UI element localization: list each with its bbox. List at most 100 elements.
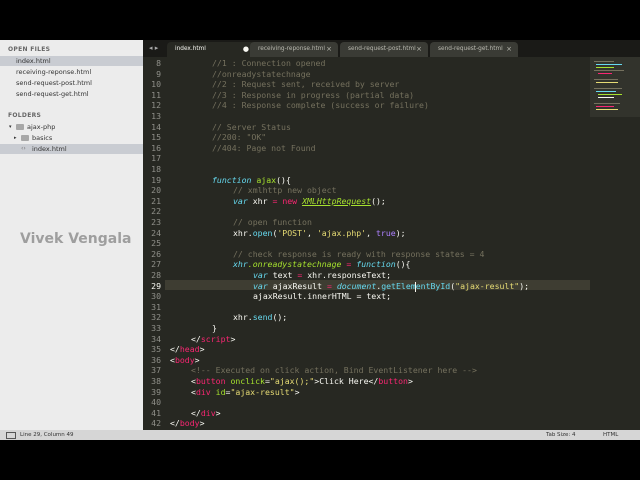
minimap-line (594, 103, 620, 104)
line-number: 13 (151, 111, 161, 121)
punct: </ (191, 407, 201, 418)
method: send (252, 312, 273, 323)
minimap-line (598, 97, 614, 98)
tag-name: button (195, 376, 226, 386)
minimap-line (594, 79, 618, 80)
open-file-item[interactable]: index.html (0, 56, 143, 66)
folder-item-sub[interactable]: ▸ basics (0, 133, 143, 143)
line-number: 33 (151, 323, 161, 333)
tab-size[interactable]: Tab Size: 4 (546, 430, 575, 440)
line-number: 29 (151, 280, 161, 291)
line-number: 18 (151, 164, 161, 174)
code-line: //2 : Request sent, received by server (212, 79, 399, 90)
code-line: //4 : Response complete (success or fail… (212, 100, 429, 111)
builtin: document (336, 280, 377, 291)
chevron-down-icon: ▾ (9, 124, 12, 130)
folder-icon (21, 135, 29, 141)
code-editor[interactable]: //1 : Connection opened //onreadystatech… (170, 57, 590, 430)
close-icon[interactable]: × (506, 42, 512, 57)
operator: = (326, 280, 332, 291)
line-number: 36 (151, 354, 161, 365)
punct: > (199, 418, 205, 429)
code-line: // Server Status (212, 122, 291, 133)
open-file-item[interactable]: receiving-reponse.html (0, 67, 143, 77)
minimap-line (598, 94, 622, 95)
punct: , (306, 227, 317, 238)
tab-receiving-reponse[interactable]: receiving-reponse.html × (250, 42, 338, 57)
tab-send-request-get[interactable]: send-request-get.html × (430, 42, 518, 57)
function-name: ajax (256, 174, 277, 185)
line-number: 10 (151, 79, 161, 90)
folders-header: FOLDERS (8, 112, 42, 119)
code-line: // open function (233, 217, 312, 228)
boolean: true (375, 227, 396, 238)
tag-name: script (200, 333, 231, 344)
line-number: 39 (151, 386, 161, 397)
identifier: xhr (247, 195, 273, 206)
line-number: 11 (151, 89, 161, 100)
statement: ajaxResult.innerHTML = text; (253, 291, 392, 302)
punct: > (215, 407, 221, 418)
line-number: 41 (151, 407, 161, 418)
tab-nav-arrows-icon[interactable]: ◂ ▸ (149, 44, 158, 52)
tag-name: body (179, 418, 200, 429)
line-number: 28 (151, 270, 161, 280)
minimap-viewport[interactable] (590, 57, 640, 117)
tab-label: receiving-reponse.html (258, 46, 326, 52)
tab-bar: ◂ ▸ index.html ● receiving-reponse.html … (143, 40, 640, 57)
panel-toggle-icon[interactable] (6, 432, 16, 439)
open-file-item[interactable]: send-request-get.html (0, 89, 143, 99)
text-cursor (415, 281, 416, 292)
syntax-mode[interactable]: HTML (603, 430, 618, 440)
status-bar: Line 29, Column 49 Tab Size: 4 HTML (0, 430, 640, 440)
code-line: //onreadystatechnage (212, 69, 311, 80)
tag-name: body (174, 354, 195, 365)
open-file-label: send-request-post.html (16, 79, 92, 87)
string: "ajax();" (269, 376, 315, 386)
comment: //3 : Response in progress (partial data… (212, 89, 415, 100)
code-line: xhr.open('POST', 'ajax.php', true); (233, 228, 406, 239)
watermark: Vivek Vengala (20, 231, 132, 247)
cursor-position: Line 29, Column 49 (20, 432, 74, 438)
punct: (); (272, 312, 288, 323)
open-file-item[interactable]: send-request-post.html (0, 78, 143, 88)
comment: //404: Page not Found (212, 142, 316, 153)
punct: ); (519, 280, 530, 291)
folder-file-item[interactable]: ‹› index.html (0, 144, 143, 154)
minimap-line (596, 106, 614, 107)
line-number: 14 (151, 121, 161, 132)
minimap-line (594, 88, 622, 89)
code-line: xhr.send(); (233, 312, 287, 323)
line-number: 19 (151, 174, 161, 185)
close-icon[interactable]: × (416, 42, 422, 57)
line-number: 23 (151, 217, 161, 227)
line-number: 30 (151, 291, 161, 302)
tab-label: index.html (175, 46, 206, 52)
code-line: //404: Page not Found (212, 143, 316, 154)
tab-send-request-post[interactable]: send-request-post.html × (340, 42, 428, 57)
attribute: onclick (230, 376, 265, 386)
code-line: </div> (191, 408, 221, 419)
tab-label: send-request-get.html (438, 46, 503, 52)
close-icon[interactable]: × (326, 42, 332, 57)
code-file-icon: ‹› (21, 145, 26, 152)
identifier: xhr (233, 259, 248, 270)
punct: (){ (276, 174, 291, 185)
sidebar: OPEN FILES index.html receiving-reponse.… (0, 40, 144, 430)
punct: (); (371, 195, 386, 206)
tab-index[interactable]: index.html ● (167, 42, 255, 57)
folder-icon (16, 124, 24, 130)
minimap[interactable] (590, 57, 640, 430)
code-line: function ajax(){ (212, 175, 291, 186)
keyword: var (233, 195, 248, 206)
folder-item-root[interactable]: ▾ ajax-php (0, 122, 143, 132)
line-number: 38 (151, 376, 161, 386)
chevron-right-icon: ▸ (14, 135, 17, 141)
code-line: </script> (191, 334, 235, 345)
code-line: // xmlhttp new object (233, 185, 337, 196)
comment: //onreadystatechnage (212, 68, 311, 79)
keyword: function (356, 259, 396, 270)
minimap-line (596, 91, 616, 92)
keyword: var (253, 280, 268, 291)
unsaved-dot-icon[interactable]: ● (243, 42, 249, 57)
